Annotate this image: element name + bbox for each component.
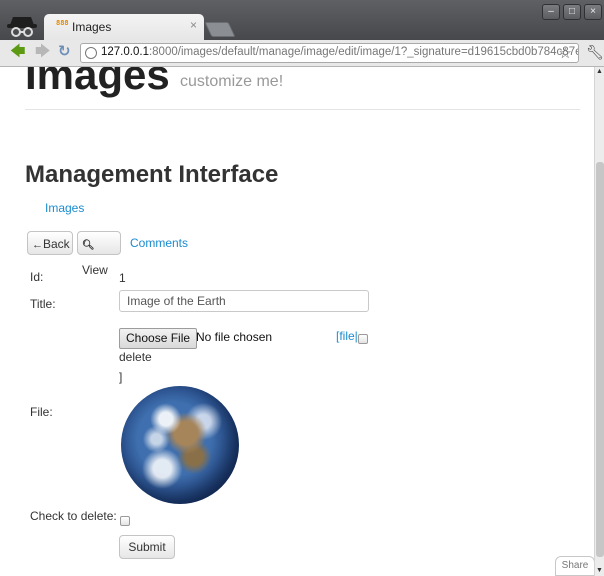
back-arrow-icon[interactable]: 🡄: [10, 44, 26, 60]
favicon-icon: 888: [56, 19, 69, 27]
address-bar[interactable]: 127.0.0.1:8000/images/default/manage/ima…: [80, 43, 579, 63]
share-button[interactable]: Share: [555, 556, 594, 576]
scroll-up-icon[interactable]: ▲: [596, 68, 603, 75]
file-label: File:: [30, 405, 53, 419]
forward-arrow-icon[interactable]: 🡆: [35, 44, 51, 60]
page-viewport: Images customize me! Management Interfac…: [0, 67, 594, 576]
submit-button[interactable]: Submit: [119, 535, 175, 559]
no-file-text: No file chosen: [196, 330, 273, 344]
delete-file-checkbox[interactable]: [358, 334, 368, 344]
back-button[interactable]: ←Back: [27, 231, 73, 255]
zoom-icon: 🔍︎: [82, 240, 95, 251]
id-value: 1: [119, 271, 126, 285]
breadcrumb-images-link[interactable]: Images: [45, 201, 84, 215]
earth-image: [121, 386, 239, 504]
header-divider: [25, 109, 580, 110]
reload-icon[interactable]: ↻: [58, 44, 71, 60]
comments-link[interactable]: Comments: [130, 236, 188, 250]
choose-file-button[interactable]: Choose File: [119, 328, 198, 349]
file-link[interactable]: [file|: [336, 329, 358, 343]
tab-close-icon[interactable]: ×: [190, 18, 197, 32]
browser-titlebar: 888 Images × – □ ×: [0, 0, 604, 40]
close-window-button[interactable]: ×: [584, 4, 602, 20]
arrow-left-icon: ←: [32, 239, 43, 251]
view-button[interactable]: 🔍︎View: [77, 231, 121, 277]
minimize-button[interactable]: –: [542, 4, 560, 20]
url-text: 127.0.0.1:8000/images/default/manage/ima…: [101, 46, 579, 58]
site-subtitle: customize me!: [180, 73, 284, 90]
scroll-thumb[interactable]: [596, 162, 604, 557]
site-title: Images: [25, 67, 170, 98]
title-label: Title:: [30, 297, 56, 311]
bookmark-star-icon[interactable]: ☆: [559, 44, 572, 62]
page-title: Management Interface: [25, 161, 279, 188]
browser-toolbar: 🡄 🡆 ↻ 127.0.0.1:8000/images/default/mana…: [0, 40, 604, 67]
wrench-icon[interactable]: 🔧︎: [586, 44, 604, 61]
scroll-down-icon[interactable]: ▼: [596, 567, 603, 574]
id-label: Id:: [30, 270, 44, 284]
globe-icon: [85, 47, 97, 59]
check-delete-label: Check to delete:: [30, 509, 117, 523]
bracket-text: ]: [119, 370, 123, 384]
vertical-scrollbar[interactable]: ▲ ▼: [594, 67, 604, 576]
delete-text: delete: [119, 350, 152, 364]
maximize-button[interactable]: □: [563, 4, 581, 20]
check-delete-checkbox[interactable]: [120, 516, 130, 526]
tab-title: Images: [72, 20, 112, 34]
title-input[interactable]: Image of the Earth: [119, 290, 369, 312]
new-tab-button[interactable]: [204, 22, 236, 37]
incognito-icon: [7, 17, 37, 37]
